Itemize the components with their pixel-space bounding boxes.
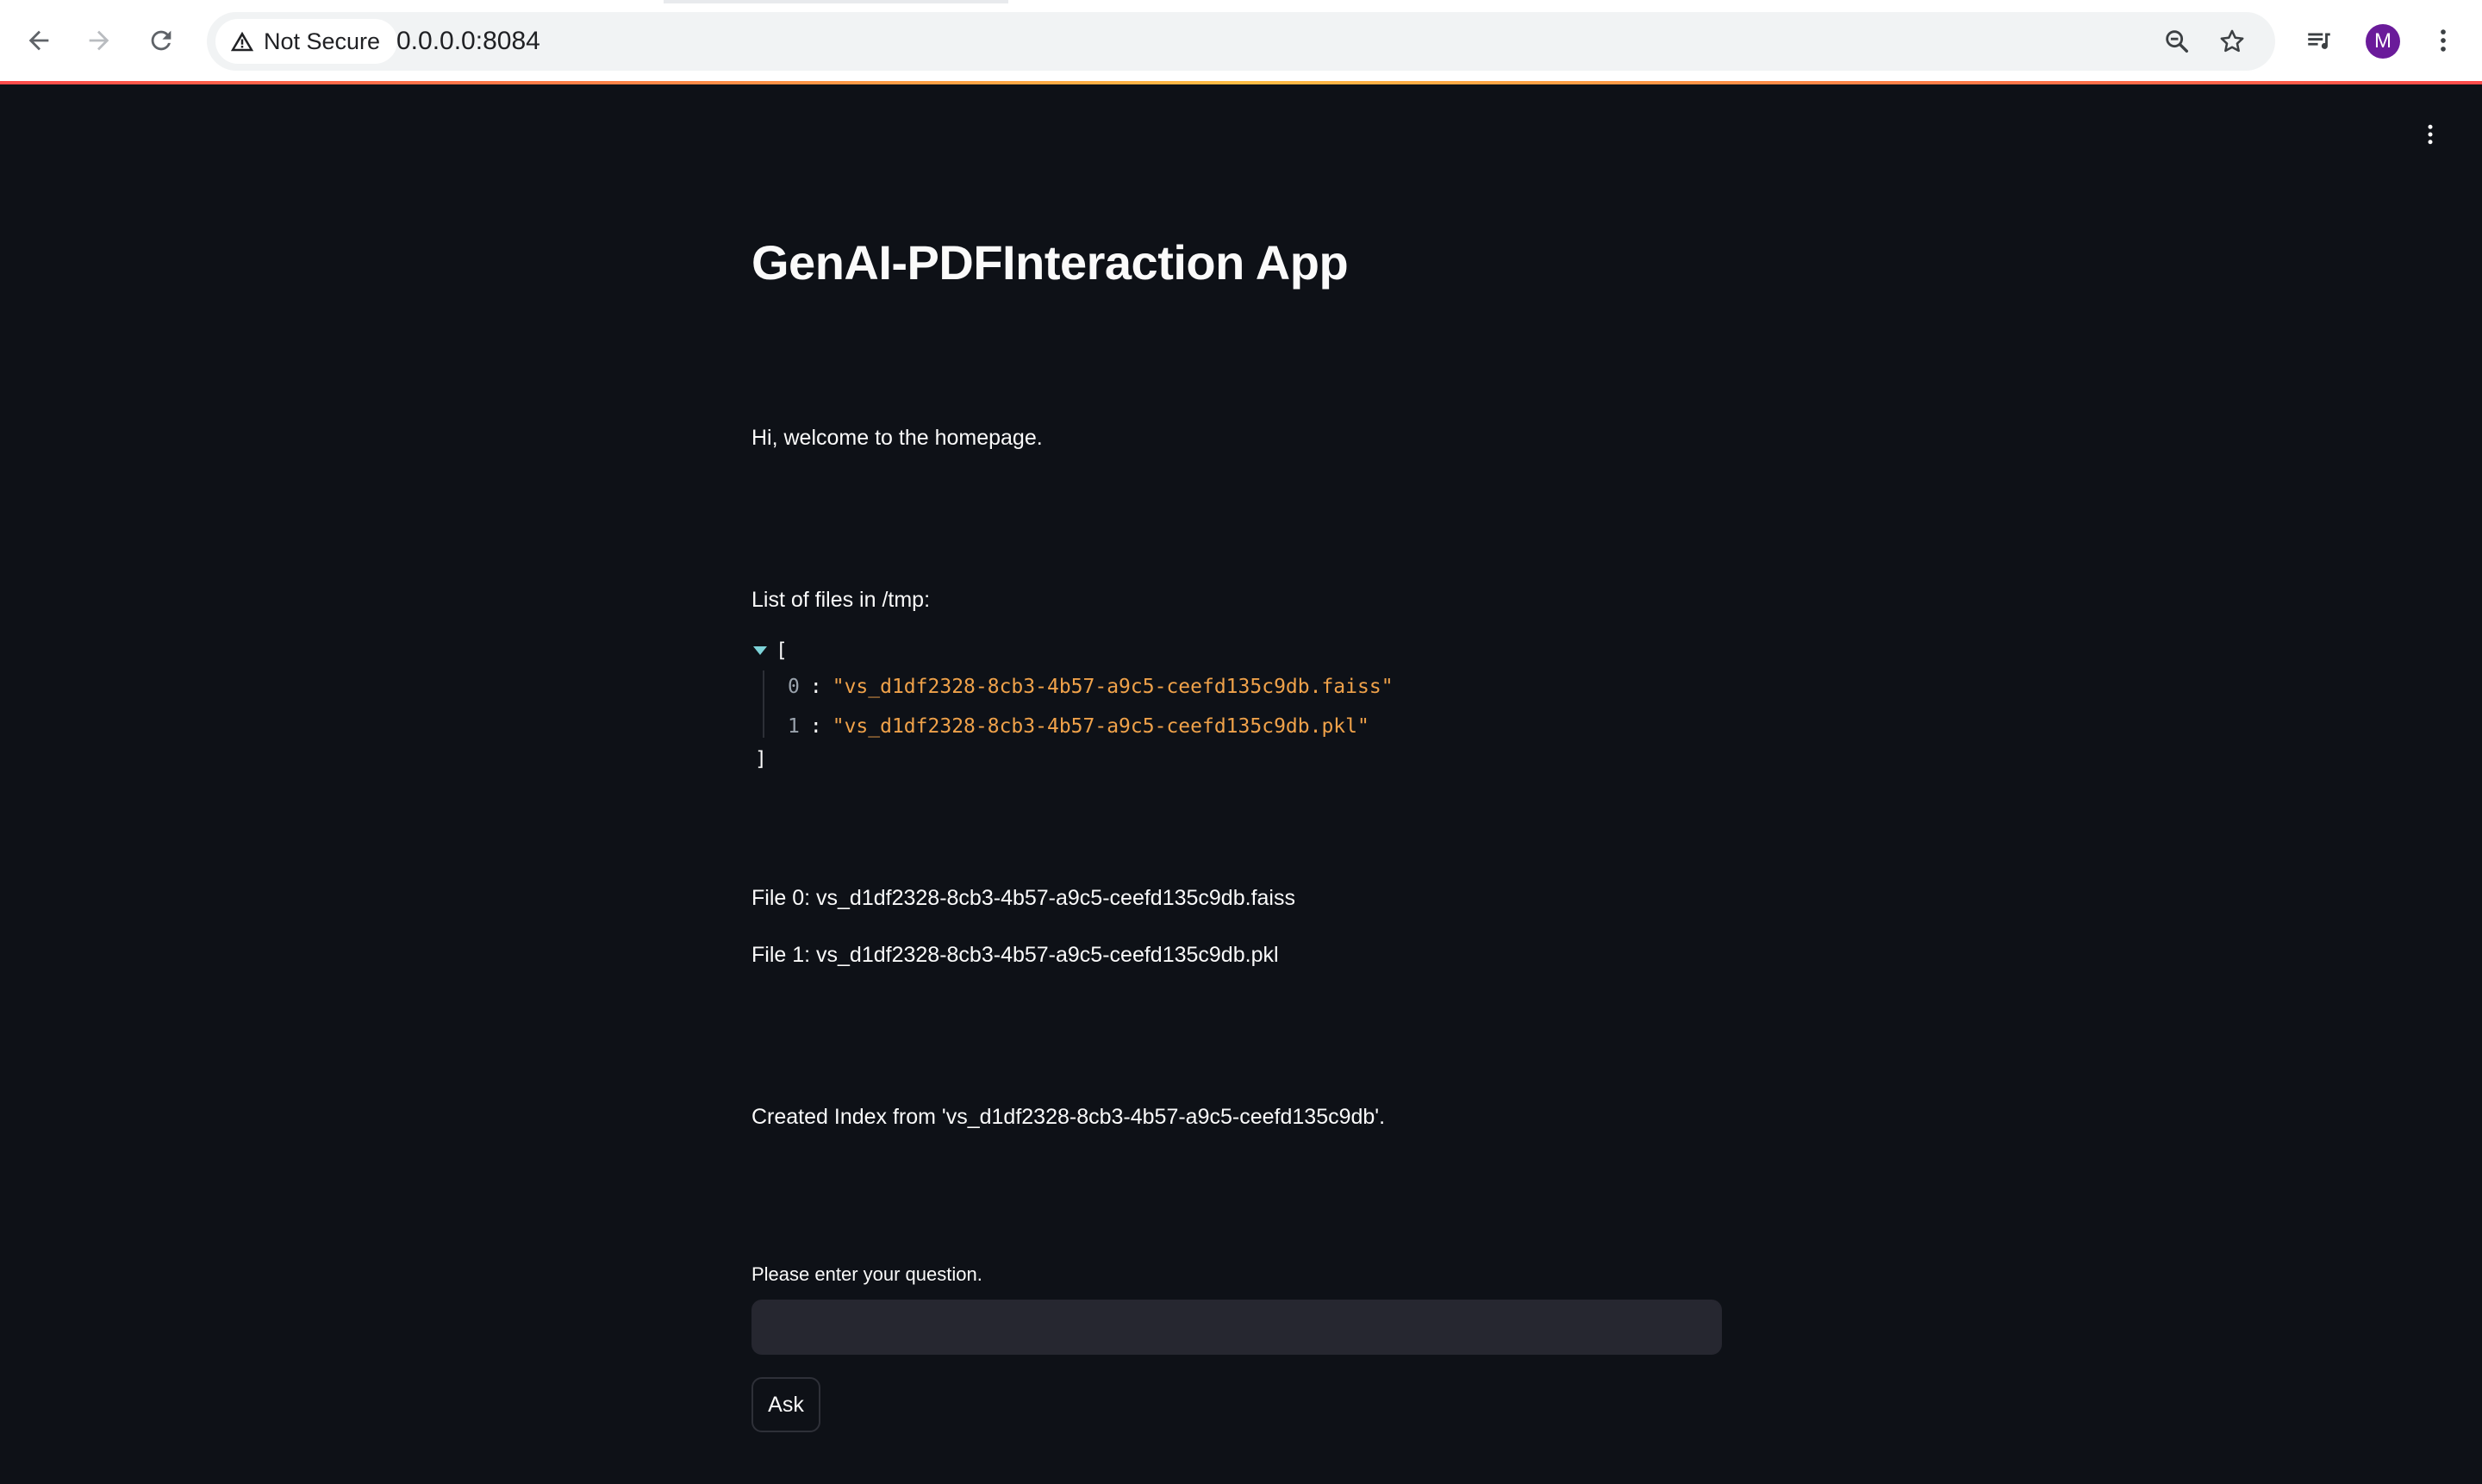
security-chip[interactable]: Not Secure bbox=[215, 19, 398, 64]
zoom-icon bbox=[2166, 30, 2189, 53]
app-loading-bar bbox=[0, 81, 2482, 84]
security-label: Not Secure bbox=[264, 28, 381, 54]
question-label: Please enter your question. bbox=[751, 1263, 982, 1285]
warning-triangle-icon bbox=[230, 31, 254, 52]
json-viewer: [ 0: "vs_d1df2328-8cb3-4b57-a9c5-ceefd135… bbox=[751, 636, 1724, 877]
json-indent-guide bbox=[763, 670, 764, 738]
json-open-bracket: [ bbox=[776, 639, 788, 662]
arrow-right-icon bbox=[89, 30, 109, 51]
json-item-value: "vs_d1df2328-8cb3-4b57-a9c5-ceefd135c9db… bbox=[832, 676, 1394, 698]
reload-icon bbox=[151, 30, 171, 51]
browser-menu-button[interactable] bbox=[2422, 19, 2465, 62]
question-input[interactable] bbox=[751, 1300, 1722, 1355]
json-item-value: "vs_d1df2328-8cb3-4b57-a9c5-ceefd135c9db… bbox=[832, 715, 1369, 738]
welcome-text: Hi, welcome to the homepage. bbox=[751, 426, 1043, 450]
json-item-index: 0 bbox=[788, 676, 800, 698]
media-queue-icon bbox=[2308, 33, 2330, 49]
json-item-index: 1 bbox=[788, 715, 800, 738]
reload-button[interactable] bbox=[140, 19, 183, 62]
profile-avatar[interactable]: M bbox=[2366, 24, 2400, 59]
index-message: Created Index from 'vs_d1df2328-8cb3-4b5… bbox=[751, 1105, 1386, 1129]
url-text[interactable]: 0.0.0.0:8084 bbox=[396, 12, 540, 71]
ask-button[interactable]: Ask bbox=[751, 1377, 820, 1432]
back-button[interactable] bbox=[17, 19, 60, 62]
file-line-1: File 1: vs_d1df2328-8cb3-4b57-a9c5-ceefd… bbox=[751, 943, 1279, 967]
files-heading: List of files in /tmp: bbox=[751, 588, 931, 612]
json-colon: : bbox=[809, 715, 822, 738]
json-close-bracket: ] bbox=[755, 748, 767, 770]
tab-strip-edge bbox=[664, 0, 1008, 3]
browser-toolbar: Not Secure 0.0.0.0:8084 M bbox=[0, 0, 2482, 84]
kebab-menu-icon bbox=[2441, 29, 2446, 52]
collapse-toggle-icon[interactable] bbox=[753, 646, 767, 655]
address-bar[interactable]: Not Secure 0.0.0.0:8084 bbox=[207, 12, 2275, 71]
media-queue-button[interactable] bbox=[2298, 19, 2341, 62]
json-item: 1: "vs_d1df2328-8cb3-4b57-a9c5-ceefd135c9… bbox=[788, 715, 1369, 738]
file-line-0: File 0: vs_d1df2328-8cb3-4b57-a9c5-ceefd… bbox=[751, 886, 1295, 910]
star-icon bbox=[2220, 29, 2244, 53]
forward-button[interactable] bbox=[78, 19, 121, 62]
arrow-left-icon bbox=[28, 30, 49, 51]
bookmark-button[interactable] bbox=[2211, 21, 2253, 62]
page-title: GenAI-PDFInteraction App bbox=[751, 235, 1349, 290]
json-item: 0: "vs_d1df2328-8cb3-4b57-a9c5-ceefd135c9… bbox=[788, 676, 1394, 698]
app-kebab-menu-icon bbox=[2428, 124, 2433, 145]
app-main-menu-button[interactable] bbox=[2413, 117, 2448, 152]
json-colon: : bbox=[809, 676, 822, 698]
zoom-button[interactable] bbox=[2156, 21, 2198, 62]
